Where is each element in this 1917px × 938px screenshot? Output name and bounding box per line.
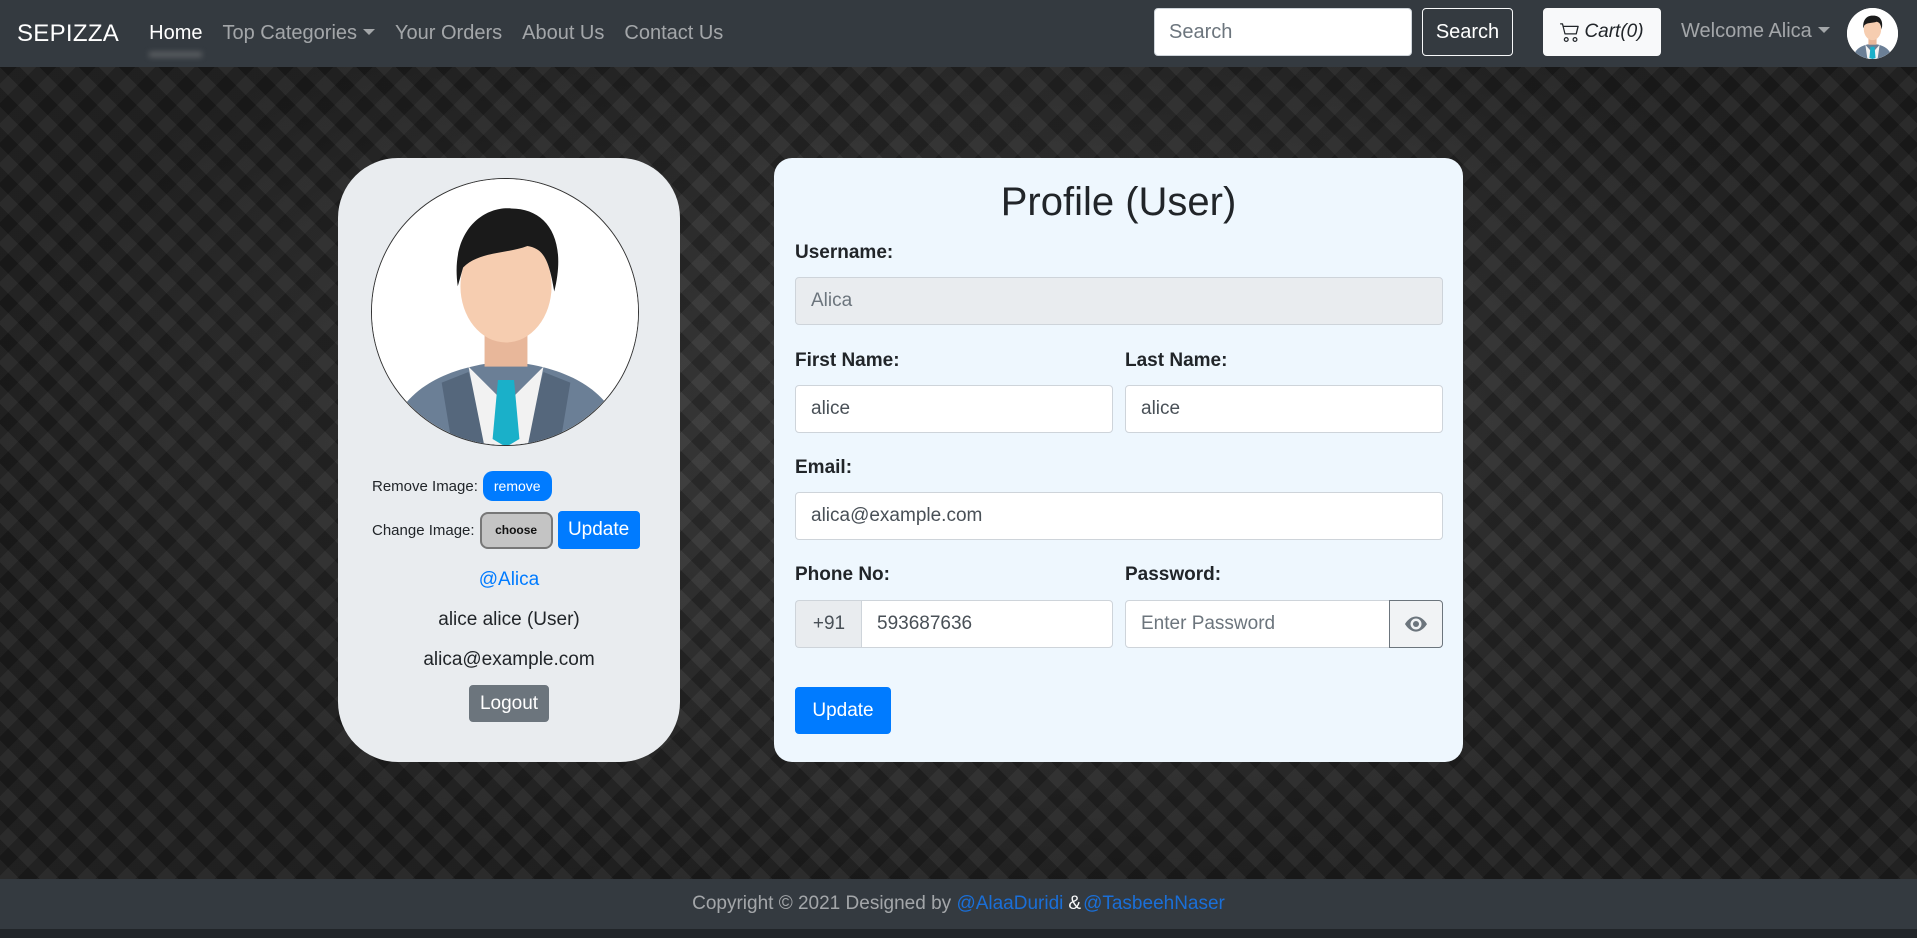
toggle-password-button[interactable] <box>1389 600 1443 648</box>
first-name-label: First Name: <box>795 350 900 371</box>
chevron-down-icon <box>1817 27 1830 33</box>
cart-button[interactable]: Cart(0) <box>1543 8 1661 56</box>
cart-label: Cart(0) <box>1584 21 1644 42</box>
profile-avatar <box>371 178 639 446</box>
update-image-button[interactable]: Update <box>557 511 640 549</box>
chevron-down-icon <box>363 29 376 35</box>
phone-label: Phone No: <box>795 564 890 585</box>
username-label: Username: <box>795 242 894 263</box>
welcome-dropdown[interactable]: Welcome Alica <box>1681 20 1830 43</box>
nav-top-categories[interactable]: Top Categories <box>222 22 376 45</box>
welcome-label: Welcome Alica <box>1681 20 1812 42</box>
last-name-field[interactable] <box>1125 385 1443 433</box>
email-label: Email: <box>795 457 853 478</box>
cart-icon <box>1560 23 1580 42</box>
change-image-label: Change Image: <box>372 521 475 539</box>
footer-copyright: Copyright © 2021 Designed by <box>692 893 952 914</box>
profile-handle[interactable]: @Alica <box>338 569 680 591</box>
footer-author-link-2[interactable]: @TasbeehNaser <box>1083 893 1225 915</box>
search-button[interactable]: Search <box>1422 8 1513 56</box>
phone-prefix: +91 <box>795 600 862 648</box>
profile-card: Remove Image: remove Change Image: choos… <box>338 158 680 762</box>
remove-image-label: Remove Image: <box>372 477 478 495</box>
nav-contact-us[interactable]: Contact Us <box>624 22 723 45</box>
footer-author-link-1[interactable]: @AlaaDuridi <box>956 893 1063 915</box>
update-profile-button[interactable]: Update <box>795 687 891 734</box>
footer-separator: & <box>1068 893 1082 914</box>
nav-avatar[interactable] <box>1847 8 1898 59</box>
search-input[interactable] <box>1154 8 1412 56</box>
choose-image-button[interactable]: choose <box>479 511 553 549</box>
profile-form-card: Profile (User) Username: First Name: Las… <box>774 158 1463 762</box>
email-field[interactable] <box>795 492 1443 540</box>
profile-email: alica@example.com <box>423 649 595 670</box>
footer: Copyright © 2021 Designed by @AlaaDuridi… <box>0 879 1917 929</box>
nav-about-us[interactable]: About Us <box>522 22 604 45</box>
eye-icon <box>1405 616 1427 632</box>
last-name-label: Last Name: <box>1125 350 1228 371</box>
remove-image-row: Remove Image: remove <box>372 471 552 501</box>
bottom-strip <box>0 929 1917 938</box>
password-field[interactable] <box>1125 600 1390 648</box>
brand-logo[interactable]: SEPIZZA <box>17 20 119 48</box>
username-field[interactable] <box>795 277 1443 325</box>
phone-field[interactable] <box>861 600 1113 648</box>
nav-home[interactable]: Home <box>149 22 202 45</box>
change-image-row: Change Image: choose Update <box>372 511 640 549</box>
logout-button[interactable]: Logout <box>469 685 549 722</box>
profile-full-name: alice alice (User) <box>438 609 580 630</box>
password-label: Password: <box>1125 564 1222 585</box>
page-title: Profile (User) <box>1000 180 1237 224</box>
avatar-icon <box>372 179 638 445</box>
nav-your-orders[interactable]: Your Orders <box>395 22 502 45</box>
remove-image-button[interactable]: remove <box>482 471 552 501</box>
nav-top-categories-label: Top Categories <box>222 22 358 44</box>
first-name-field[interactable] <box>795 385 1113 433</box>
avatar-icon <box>1847 8 1898 59</box>
